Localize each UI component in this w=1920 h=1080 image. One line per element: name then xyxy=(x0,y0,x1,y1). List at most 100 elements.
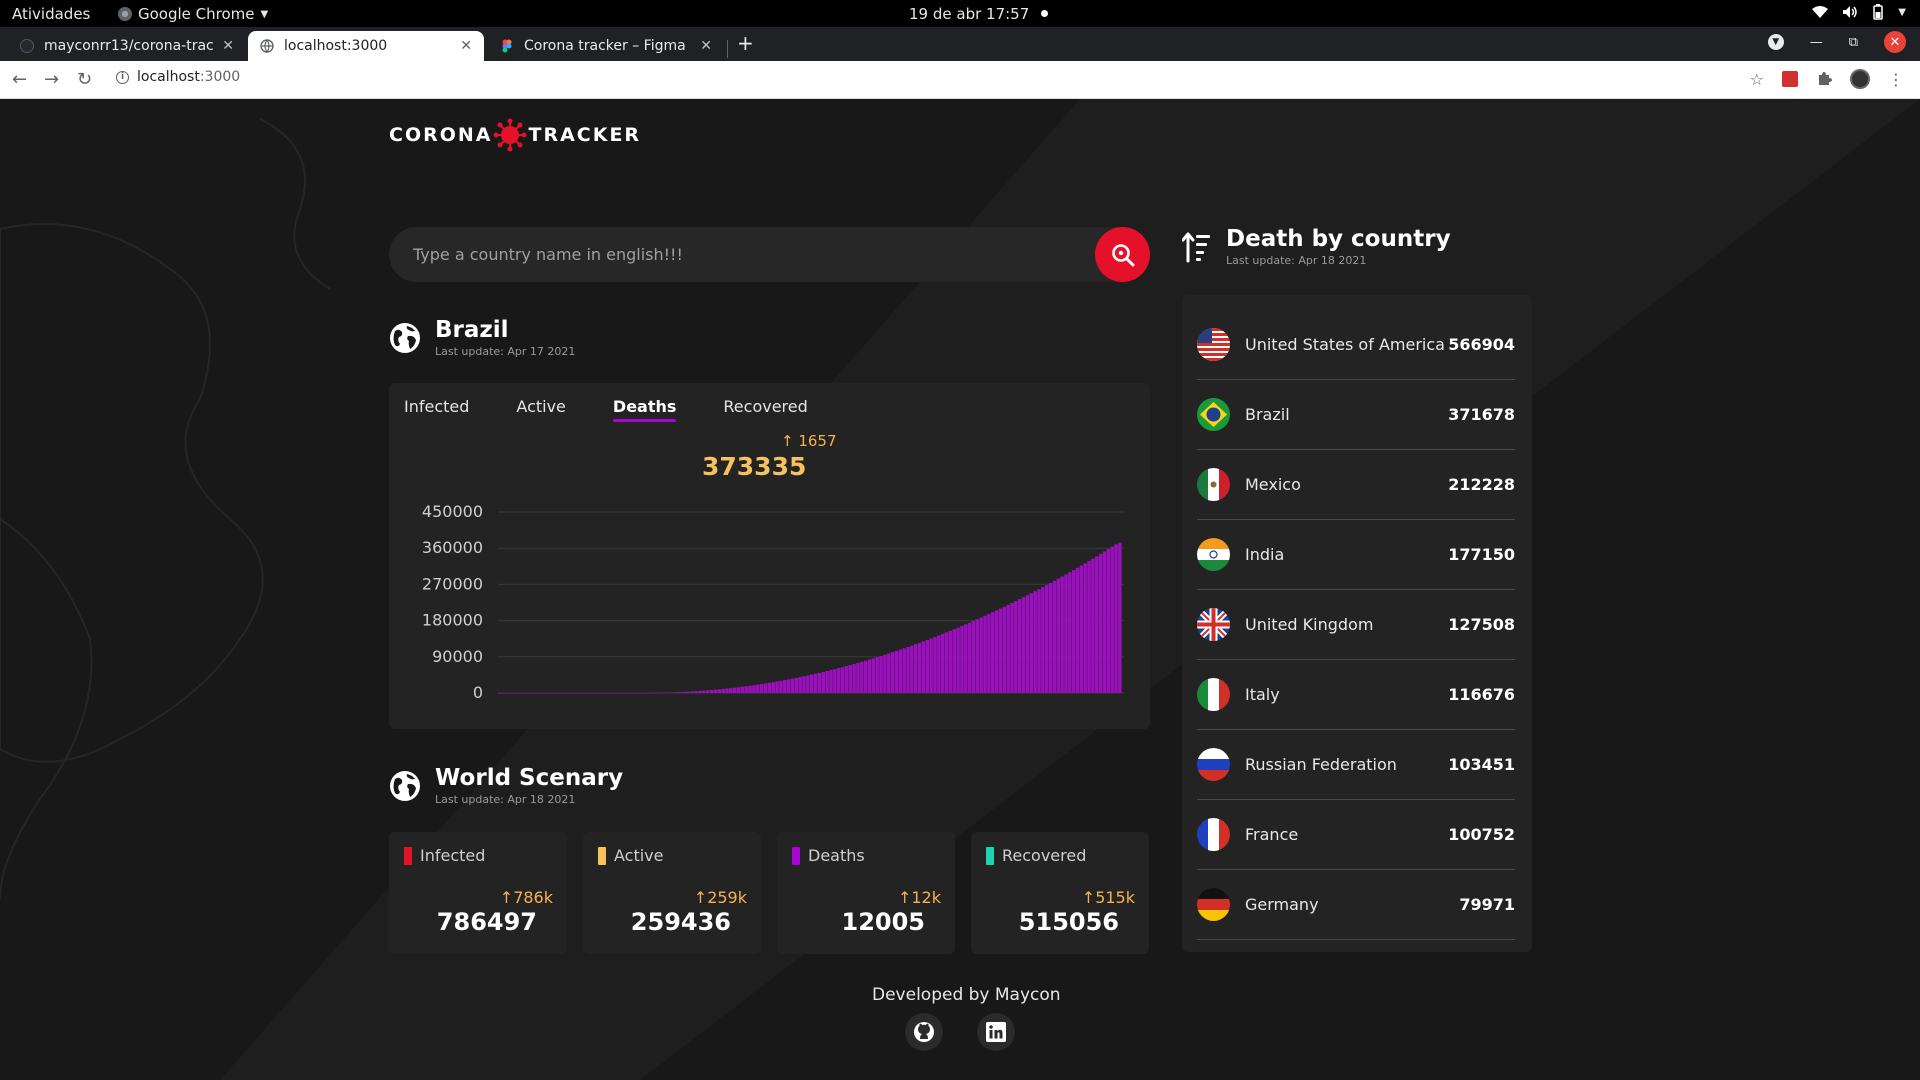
stat-label: Deaths xyxy=(792,846,865,865)
country-name: United States of America xyxy=(1245,335,1445,354)
close-window-button[interactable]: ✕ xyxy=(1884,31,1906,53)
chart-bar xyxy=(655,692,660,694)
country-row[interactable]: India 177150 xyxy=(1197,520,1515,590)
close-tab-icon[interactable]: ✕ xyxy=(460,38,472,54)
india-flag-icon xyxy=(1197,538,1230,571)
uk-flag-icon xyxy=(1197,608,1230,641)
chart-bar xyxy=(952,629,956,693)
chrome-menu-icon[interactable]: ⋮ xyxy=(1888,70,1904,89)
country-name: France xyxy=(1245,825,1299,844)
logo-text-right: TRACKER xyxy=(528,124,642,146)
world-stat-infected: Infected ↑786k 786497 xyxy=(389,832,567,954)
extension-icon[interactable] xyxy=(1782,71,1798,87)
chart-bar xyxy=(917,642,922,693)
chart-bar xyxy=(929,638,933,693)
chart-bar xyxy=(790,678,795,693)
chart-bar xyxy=(1021,597,1026,693)
chart-bar xyxy=(1025,595,1030,693)
chart-bar xyxy=(1044,585,1049,693)
world-stat-deaths: Deaths ↑12k 12005 xyxy=(777,832,955,954)
back-arrow-icon[interactable]: ← xyxy=(12,69,27,90)
forward-arrow-icon[interactable]: → xyxy=(44,69,59,90)
tab-github[interactable]: mayconrr13/corona-track ✕ xyxy=(8,31,246,61)
chart-bar xyxy=(644,692,648,694)
chart-bar xyxy=(1106,549,1111,693)
tab-title: localhost:3000 xyxy=(284,38,388,54)
battery-icon xyxy=(1873,4,1884,20)
site-info-icon[interactable]: i xyxy=(116,70,129,84)
chart-bar xyxy=(1068,572,1072,693)
country-search-bar xyxy=(389,227,1150,282)
country-row[interactable]: Germany 79971 xyxy=(1197,870,1515,940)
chart-bar xyxy=(871,658,876,693)
search-button[interactable] xyxy=(1095,227,1150,282)
reload-icon[interactable]: ↻ xyxy=(77,69,92,90)
country-search-input[interactable] xyxy=(389,245,1069,264)
chart-bar xyxy=(1110,546,1114,693)
country-row[interactable]: Italy 116676 xyxy=(1197,660,1515,730)
bookmark-star-icon[interactable]: ☆ xyxy=(1750,70,1764,89)
app-logo[interactable]: CORONA TRACKER xyxy=(389,118,641,152)
chart-bar xyxy=(783,680,787,693)
virus-icon xyxy=(493,118,527,152)
chart-bar xyxy=(625,692,629,694)
chart-bar xyxy=(671,692,675,693)
chart-bar xyxy=(810,674,814,693)
country-row[interactable]: United States of America 566904 xyxy=(1197,310,1515,380)
figma-favicon-icon xyxy=(502,39,512,53)
wifi-icon xyxy=(1812,6,1829,18)
app-menu[interactable]: Google Chrome ▼ xyxy=(118,5,268,23)
chart-bar xyxy=(1010,602,1014,693)
linkedin-link[interactable] xyxy=(977,1013,1015,1051)
new-tab-button[interactable]: + xyxy=(737,31,754,55)
russia-flag-icon xyxy=(1197,748,1230,781)
chart-bar xyxy=(940,633,945,693)
tab-search-icon[interactable]: ▼ xyxy=(1767,34,1784,50)
address-bar[interactable]: i localhost:3000 xyxy=(116,69,240,85)
chart-bar xyxy=(1006,604,1010,693)
chart-bar xyxy=(729,688,733,693)
country-deaths: 79971 xyxy=(1459,895,1515,914)
italy-flag-icon xyxy=(1197,678,1230,711)
country-deaths: 371678 xyxy=(1448,405,1515,424)
activities-button[interactable]: Atividades xyxy=(12,5,90,23)
tab-figma[interactable]: Corona tracker – Figma ✕ xyxy=(488,31,724,61)
france-flag-icon xyxy=(1197,818,1230,851)
stat-delta: ↑786k xyxy=(499,888,553,907)
puzzle-extensions-icon[interactable] xyxy=(1816,71,1832,87)
y-tick-label: 360000 xyxy=(422,538,483,557)
close-tab-icon[interactable]: ✕ xyxy=(700,38,712,54)
chart-bar xyxy=(967,622,972,693)
chart-bar xyxy=(740,686,745,693)
restore-button[interactable]: ⧉ xyxy=(1849,35,1858,50)
country-row[interactable]: Russian Federation 103451 xyxy=(1197,730,1515,800)
chart-bar xyxy=(640,692,644,694)
chart-bar xyxy=(983,615,987,693)
system-clock[interactable]: 19 de abr 17:57 xyxy=(909,5,1049,23)
url-text: localhost:3000 xyxy=(137,69,240,85)
chart-bar xyxy=(806,675,810,693)
app-menu-label: Google Chrome xyxy=(138,5,255,23)
close-tab-icon[interactable]: ✕ xyxy=(222,38,234,54)
country-row[interactable]: United Kingdom 127508 xyxy=(1197,590,1515,660)
chart-bar xyxy=(840,667,845,693)
minimize-button[interactable]: — xyxy=(1810,35,1823,50)
chart-bar xyxy=(856,662,860,693)
chart-bar xyxy=(709,690,714,693)
country-row[interactable]: France 100752 xyxy=(1197,800,1515,870)
chart-bar xyxy=(1014,601,1018,693)
chart-bar xyxy=(960,625,964,693)
chart-bar xyxy=(848,665,852,693)
system-menu-caret-icon: ▼ xyxy=(1898,6,1906,18)
country-row[interactable]: Brazil 371678 xyxy=(1197,380,1515,450)
country-row[interactable]: Mexico 212228 xyxy=(1197,450,1515,520)
profile-avatar[interactable] xyxy=(1850,69,1870,89)
chart-bar xyxy=(867,659,872,693)
chart-bar xyxy=(979,617,983,693)
chart-bar xyxy=(1002,606,1007,693)
github-link[interactable] xyxy=(905,1013,943,1051)
chart-bar xyxy=(906,646,910,693)
chart-bar xyxy=(524,693,529,694)
tab-localhost[interactable]: localhost:3000 ✕ xyxy=(248,31,484,61)
system-tray[interactable]: ▼ xyxy=(1812,4,1906,20)
